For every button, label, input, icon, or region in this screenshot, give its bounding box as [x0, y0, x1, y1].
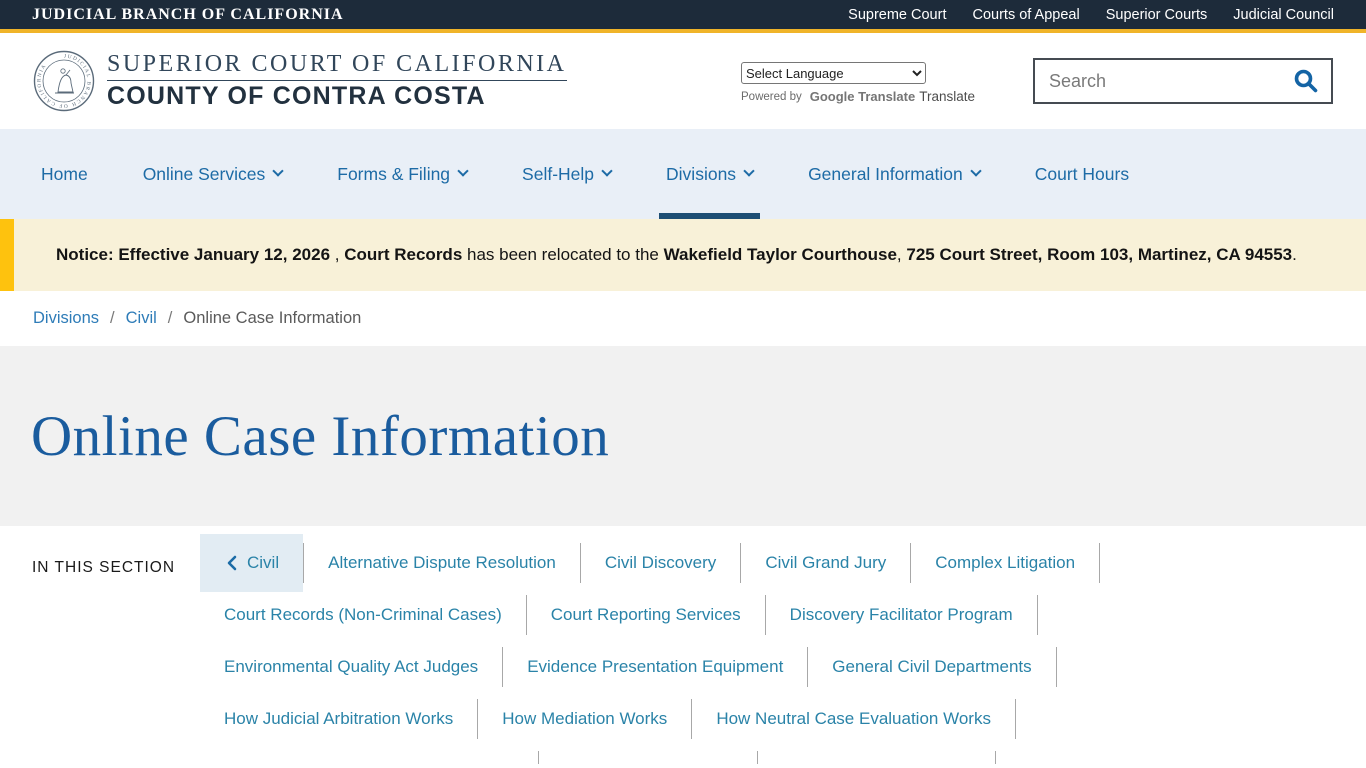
- chevron-left-icon: [226, 555, 237, 571]
- notice-text-segment: Notice: Effective January 12, 2026: [56, 245, 330, 264]
- section-link-row-cutoff: [200, 745, 1366, 764]
- topbar-link-judicial-council[interactable]: Judicial Council: [1233, 7, 1334, 23]
- court-name-line1: SUPERIOR COURT OF CALIFORNIA: [107, 51, 567, 77]
- breadcrumb-separator: /: [110, 309, 115, 328]
- nav-item-home[interactable]: Home: [41, 129, 88, 219]
- section-link-environmental-quality-act-judges[interactable]: Environmental Quality Act Judges: [200, 657, 502, 677]
- google-translate-widget: Select Language Powered by Google Transl…: [741, 62, 971, 104]
- notice-text-segment: ,: [897, 245, 906, 264]
- page-title: Online Case Information: [31, 404, 609, 469]
- powered-by-label: Powered by: [741, 91, 802, 103]
- court-logo[interactable]: JUDICIAL BRANCH OF CALIFORNIA SUPERIOR C…: [33, 50, 567, 112]
- section-link-civil-discovery[interactable]: Civil Discovery: [581, 553, 740, 573]
- header-tools: Select Language Powered by Google Transl…: [741, 58, 1333, 104]
- court-seal-icon: JUDICIAL BRANCH OF CALIFORNIA: [33, 50, 95, 112]
- translate-label: Translate: [919, 89, 975, 104]
- section-link-court-records-non-criminal-cases[interactable]: Court Records (Non-Criminal Cases): [200, 605, 526, 625]
- section-back-item-label: Civil: [247, 553, 279, 573]
- breadcrumb: Divisions / Civil / Online Case Information: [0, 291, 1366, 346]
- chevron-down-icon: [457, 165, 468, 176]
- section-link-discovery-facilitator-program[interactable]: Discovery Facilitator Program: [766, 605, 1037, 625]
- section-link-how-judicial-arbitration-works[interactable]: How Judicial Arbitration Works: [200, 709, 477, 729]
- chevron-down-icon: [601, 165, 612, 176]
- section-link-general-civil-departments[interactable]: General Civil Departments: [808, 657, 1055, 677]
- divider: [995, 751, 996, 764]
- divider: [1037, 595, 1038, 635]
- judicial-branch-brand: JUDICIAL BRANCH OF CALIFORNIA: [32, 6, 344, 24]
- in-this-section: IN THIS SECTION Civil Alternative Dispute…: [0, 526, 1366, 764]
- divider: [1015, 699, 1016, 739]
- topbar-links: Supreme Court Courts of Appeal Superior Co…: [848, 7, 1334, 23]
- notice-text: Notice: Effective January 12, 2026 , Cou…: [56, 241, 1297, 269]
- search-icon: [1293, 68, 1319, 94]
- nav-item-label: Home: [41, 164, 88, 185]
- nav-item-self-help[interactable]: Self-Help: [522, 129, 611, 219]
- notice-text-segment: ,: [330, 245, 344, 264]
- site-search: [1033, 58, 1333, 104]
- section-link-alternative-dispute-resolution[interactable]: Alternative Dispute Resolution: [304, 553, 580, 573]
- language-select[interactable]: Select Language: [741, 62, 926, 84]
- topbar-link-courts-of-appeal[interactable]: Courts of Appeal: [972, 7, 1079, 23]
- section-link-civil-grand-jury[interactable]: Civil Grand Jury: [741, 553, 910, 573]
- chevron-down-icon: [743, 165, 754, 176]
- notice-banner: Notice: Effective January 12, 2026 , Cou…: [0, 219, 1366, 291]
- divider: [1099, 543, 1100, 583]
- google-translate-label: Google Translate: [810, 89, 915, 104]
- section-link-how-mediation-works[interactable]: How Mediation Works: [478, 709, 691, 729]
- nav-item-divisions[interactable]: Divisions: [666, 129, 753, 219]
- nav-item-label: Divisions: [666, 164, 736, 185]
- notice-text-segment: has been relocated to the: [462, 245, 663, 264]
- court-name-line2: COUNTY OF CONTRA COSTA: [107, 83, 567, 111]
- topbar-link-supreme-court[interactable]: Supreme Court: [848, 7, 946, 23]
- section-link-complex-litigation[interactable]: Complex Litigation: [911, 553, 1099, 573]
- page-title-band: Online Case Information: [0, 346, 1366, 526]
- section-link-row: Court Records (Non-Criminal Cases)Court …: [200, 589, 1366, 641]
- nav-item-label: Forms & Filing: [337, 164, 450, 185]
- translate-attribution: Powered by Google Translate Translate: [741, 89, 971, 104]
- svg-text:JUDICIAL BRANCH OF CALIFORNIA: JUDICIAL BRANCH OF CALIFORNIA: [36, 53, 91, 108]
- notice-text-segment: Wakefield Taylor Courthouse: [664, 245, 897, 264]
- section-link-evidence-presentation-equipment[interactable]: Evidence Presentation Equipment: [503, 657, 807, 677]
- nav-item-forms-filing[interactable]: Forms & Filing: [337, 129, 467, 219]
- main-navigation: Home Online Services Forms & Filing Self-He…: [0, 129, 1366, 219]
- court-name: SUPERIOR COURT OF CALIFORNIA COUNTY OF C…: [107, 51, 567, 111]
- section-link-row: How Judicial Arbitration WorksHow Mediat…: [200, 693, 1366, 745]
- section-links: CivilAlternative Dispute ResolutionCivil…: [200, 537, 1366, 764]
- nav-item-label: General Information: [808, 164, 963, 185]
- nav-item-general-information[interactable]: General Information: [808, 129, 980, 219]
- section-link-row: Environmental Quality Act JudgesEvidence…: [200, 641, 1366, 693]
- notice-text-segment: 725 Court Street, Room 103, Martinez, CA…: [906, 245, 1292, 264]
- section-link-court-reporting-services[interactable]: Court Reporting Services: [527, 605, 765, 625]
- nav-item-court-hours[interactable]: Court Hours: [1035, 129, 1129, 219]
- chevron-down-icon: [273, 165, 284, 176]
- divider: [757, 751, 758, 764]
- breadcrumb-item-civil[interactable]: Civil: [126, 309, 157, 328]
- breadcrumb-item-divisions[interactable]: Divisions: [33, 309, 99, 328]
- nav-item-online-services[interactable]: Online Services: [143, 129, 283, 219]
- court-name-divider: [107, 80, 567, 81]
- notice-text-segment: .: [1292, 245, 1297, 264]
- judicial-branch-topbar: JUDICIAL BRANCH OF CALIFORNIA Supreme Co…: [0, 0, 1366, 33]
- site-header: JUDICIAL BRANCH OF CALIFORNIA SUPERIOR C…: [0, 33, 1366, 129]
- topbar-link-superior-courts[interactable]: Superior Courts: [1106, 7, 1208, 23]
- breadcrumb-separator: /: [168, 309, 173, 328]
- chevron-down-icon: [970, 165, 981, 176]
- divider: [538, 751, 539, 764]
- nav-item-label: Online Services: [143, 164, 266, 185]
- search-button[interactable]: [1293, 68, 1319, 94]
- breadcrumb-item-online-case-information: Online Case Information: [183, 309, 361, 328]
- divider: [1056, 647, 1057, 687]
- in-this-section-heading: IN THIS SECTION: [32, 537, 200, 764]
- section-back-item-civil[interactable]: Civil: [200, 534, 303, 592]
- section-link-how-neutral-case-evaluation-works[interactable]: How Neutral Case Evaluation Works: [692, 709, 1015, 729]
- section-link-row: CivilAlternative Dispute ResolutionCivil…: [200, 537, 1366, 589]
- nav-item-label: Self-Help: [522, 164, 594, 185]
- search-input[interactable]: [1049, 71, 1293, 92]
- nav-item-label: Court Hours: [1035, 164, 1129, 185]
- notice-text-segment: Court Records: [344, 245, 462, 264]
